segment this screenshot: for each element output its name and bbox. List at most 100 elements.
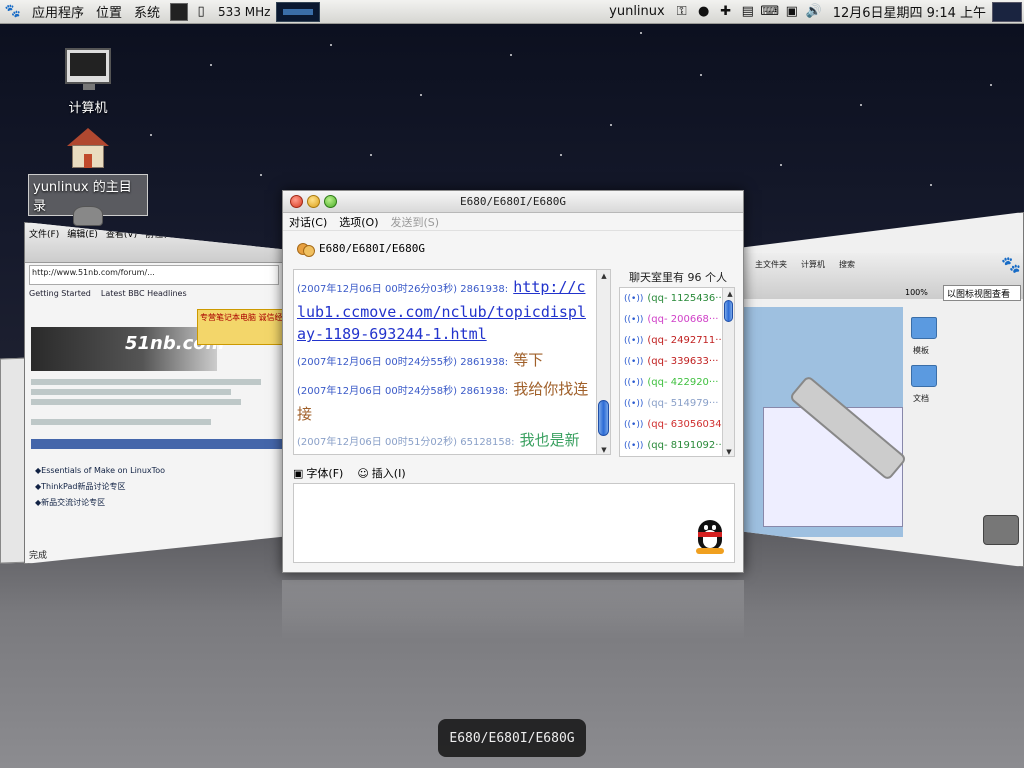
folder-icon[interactable]: [911, 365, 937, 387]
scroll-up-icon[interactable]: ▲: [597, 270, 610, 282]
user-name: yunlinux: [609, 4, 665, 19]
network-monitor[interactable]: [276, 1, 321, 22]
gnome-foot-icon[interactable]: 🐾: [4, 3, 22, 21]
view-selector[interactable]: 以图标视图查看: [943, 285, 1021, 301]
ad-banner[interactable]: 专营笔记本电脑 诚信经营: [197, 309, 283, 345]
message-history[interactable]: (2007年12月06日 00时26分03秒) 2861938: http://…: [293, 269, 611, 455]
menu-item[interactable]: 编辑(E): [67, 227, 98, 240]
member-id: (qq- 1125436···: [647, 293, 725, 304]
message-meta: (2007年12月06日 00时24分58秒) 2861938:: [297, 386, 509, 397]
scrollbar-thumb[interactable]: [598, 400, 609, 436]
member-item[interactable]: ((•)) (qq- 514979···: [620, 393, 734, 414]
menu-item[interactable]: 文件(F): [29, 227, 59, 240]
top-panel: 🐾 应用程序 位置 系统 ▯ 533 MHz yunlinux ⚿ ● ✚ ▤ …: [0, 0, 1024, 24]
member-item[interactable]: ((•)) (qq- 8191092···: [620, 435, 734, 456]
bookmark-item[interactable]: Latest BBC Headlines: [101, 289, 187, 298]
broadcast-icon: ((•)): [624, 440, 644, 451]
folder-icon[interactable]: [911, 317, 937, 339]
menu-dialog[interactable]: 对话(C): [289, 214, 327, 230]
desktop-icon-home[interactable]: yunlinux 的主目录: [28, 128, 148, 216]
desktop-icon-trash[interactable]: [28, 206, 148, 226]
member-item[interactable]: ((•)) (qq- 422920···: [620, 372, 734, 393]
menu-item[interactable]: 查看(V): [106, 227, 137, 240]
toolbar-home[interactable]: 主文件夹: [755, 259, 787, 293]
volume-icon[interactable]: 🔊: [805, 3, 823, 21]
message-meta: (2007年12月06日 00时24分55秒) 2861938:: [297, 357, 509, 368]
window-titlebar[interactable]: E680/E680I/E680G: [283, 191, 743, 213]
member-id: (qq- 8191092···: [647, 440, 725, 451]
background-window-browser[interactable]: 文件(F) 编辑(E) 查看(V) 前往(G) 书签(B) http://www…: [24, 222, 284, 564]
member-id: (qq- 339633···: [647, 356, 719, 367]
member-item[interactable]: ((•)) (qq- 63056034): [620, 414, 734, 435]
toolbar-search[interactable]: 搜索: [839, 259, 855, 293]
compose-toolbar: ▣ 字体(F) ☺ 插入(I): [293, 463, 406, 483]
trash-icon: [73, 206, 103, 226]
member-id: (qq- 422920···: [647, 377, 719, 388]
chat-window[interactable]: E680/E680I/E680G 对话(C) 选项(O) 发送到(S) E680…: [282, 190, 744, 573]
member-list[interactable]: ((•)) (qq- 1125436··· ((•)) (qq- 200668···(…: [619, 287, 735, 457]
member-item[interactable]: ((•)) (qq- 1125436···: [620, 288, 734, 309]
browser-address-bar[interactable]: http://www.51nb.com/forum/...: [29, 265, 279, 285]
group-name: E680/E680I/E680G: [319, 241, 425, 255]
broadcast-icon: ((•)): [624, 335, 644, 346]
member-scrollbar[interactable]: ▲ ▼: [722, 288, 734, 456]
message-text: 等下: [513, 351, 544, 369]
member-item[interactable]: ((•)) (qq- 2492711···: [620, 330, 734, 351]
member-item[interactable]: ((•)) (qq- 339633···: [620, 351, 734, 372]
add-icon[interactable]: ✚: [717, 3, 735, 21]
folder-label: 模板: [913, 346, 929, 355]
status-icon[interactable]: ●: [695, 3, 713, 21]
forum-row[interactable]: ◆新品交流讨论专区: [35, 495, 165, 511]
clipboard-icon[interactable]: ▤: [739, 3, 757, 21]
message-meta: (2007年12月06日 00时51分02秒) 65128158:: [297, 437, 515, 448]
keys-icon[interactable]: ⚿: [673, 3, 691, 21]
harddisk-icon[interactable]: [983, 515, 1019, 545]
toolbar-computer[interactable]: 计算机: [801, 259, 825, 293]
scrollbar-thumb[interactable]: [724, 300, 733, 322]
qq-penguin-icon[interactable]: [692, 516, 728, 556]
forum-row[interactable]: ◆Essentials of Make on LinuxToo: [35, 463, 165, 479]
zoom-level[interactable]: 100%: [905, 288, 928, 297]
menu-item[interactable]: 书签(B): [185, 227, 216, 240]
menu-applications[interactable]: 应用程序: [26, 2, 90, 21]
insert-button[interactable]: ☺ 插入(I): [357, 465, 405, 481]
bookmark-item[interactable]: Getting Started: [29, 289, 91, 298]
message-input[interactable]: [293, 483, 735, 563]
broadcast-icon: ((•)): [624, 419, 644, 430]
background-window-file-manager[interactable]: 主文件夹 计算机 搜索 🐾 100% 以图标视图查看 模板 文档: [742, 212, 1024, 567]
broadcast-icon: ((•)): [624, 293, 644, 304]
phone-icon[interactable]: ▯: [192, 3, 210, 21]
menu-options[interactable]: 选项(O): [339, 214, 378, 230]
scroll-up-icon[interactable]: ▲: [723, 288, 734, 300]
group-header: E680/E680I/E680G: [283, 231, 743, 265]
keyboard-icon[interactable]: ⌨: [760, 3, 779, 21]
smiley-icon: ☺: [357, 467, 369, 480]
workspace-switcher[interactable]: [992, 1, 1022, 22]
bookmarks-bar: Getting Started Latest BBC Headlines: [25, 287, 283, 300]
font-button[interactable]: ▣ 字体(F): [293, 465, 343, 481]
chat-message: (2007年12月06日 00时24分55秒) 2861938: 等下: [297, 349, 592, 374]
forum-header-bar: [31, 439, 283, 449]
menu-system[interactable]: 系统: [128, 2, 166, 21]
font-icon: ▣: [293, 467, 304, 480]
desktop-icon-computer[interactable]: 计算机: [28, 48, 148, 117]
forum-row[interactable]: ◆ThinkPad新品讨论专区: [35, 479, 165, 495]
clock[interactable]: 12月6日星期四 9:14 上午: [833, 2, 986, 21]
menu-places[interactable]: 位置: [90, 2, 128, 21]
message-meta: (2007年12月06日 00时26分03秒) 2861938:: [297, 284, 509, 295]
member-item[interactable]: ((•)) (qq- 200668···: [620, 309, 734, 330]
member-id: (qq- 63056034): [647, 419, 726, 430]
broadcast-icon: ((•)): [624, 398, 644, 409]
scroll-down-icon[interactable]: ▼: [597, 444, 610, 454]
window-title: E680/E680I/E680G: [460, 195, 566, 208]
home-icon: [67, 128, 109, 168]
status-bar: 完成: [29, 551, 48, 561]
message-scrollbar[interactable]: ▲ ▼: [596, 270, 610, 454]
gnome-foot-icon: 🐾: [1001, 255, 1021, 274]
scroll-down-icon[interactable]: ▼: [723, 446, 734, 456]
menu-item[interactable]: 前往(G): [145, 227, 177, 240]
forum-list: ◆Essentials of Make on LinuxToo ◆ThinkPa…: [35, 463, 165, 511]
terminal-icon[interactable]: [170, 2, 189, 21]
broadcast-icon: ((•)): [624, 377, 644, 388]
network-icon[interactable]: ▣: [783, 3, 801, 21]
